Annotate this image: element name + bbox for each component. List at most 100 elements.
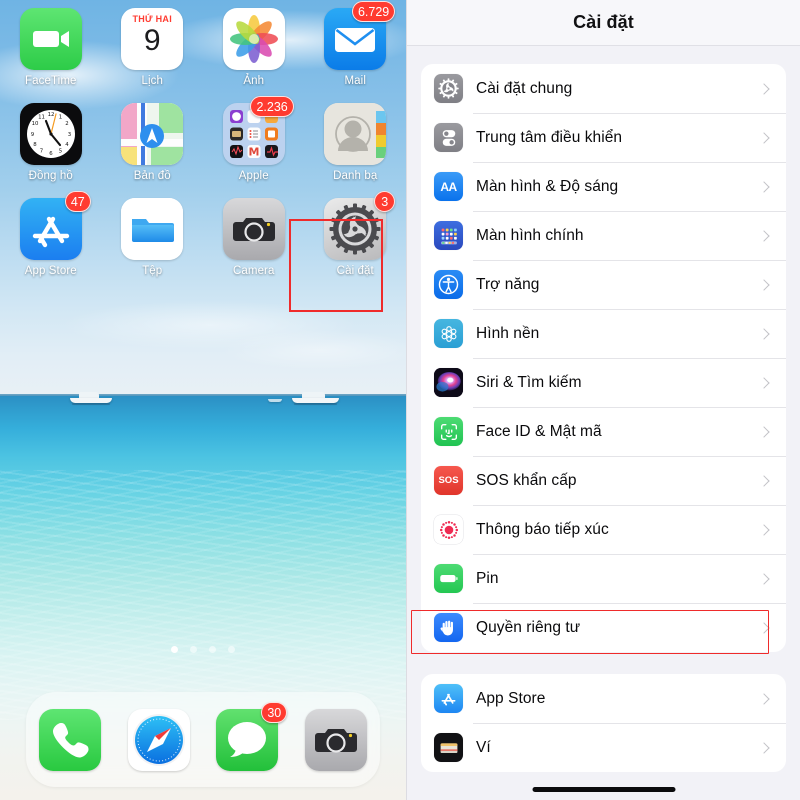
app-icon-calendar[interactable]: THỨ HAI 9 Lịch	[102, 8, 204, 87]
safari-compass-icon	[127, 708, 190, 771]
badge-count: 30	[261, 701, 288, 723]
app-label: Đồng hồ	[28, 170, 73, 182]
page-dot[interactable]	[228, 646, 235, 653]
app-icon-appstore[interactable]: 47 App Store	[0, 191, 102, 277]
settings-row-emergency-sos[interactable]: SOS SOS khẩn cấp	[421, 456, 786, 505]
app-folder-apple[interactable]: M 2.236 Apple	[203, 96, 305, 182]
chevron-right-icon	[758, 572, 770, 585]
chevron-right-icon	[758, 278, 770, 291]
dock-item-messages[interactable]: 30	[216, 701, 288, 771]
page-dot[interactable]	[209, 646, 216, 653]
app-icon-files[interactable]: Tệp	[102, 198, 204, 277]
gear-icon	[434, 74, 463, 103]
chevron-right-icon	[758, 376, 770, 389]
chevron-right-icon	[758, 741, 770, 754]
dock-item-camera[interactable]	[304, 708, 367, 771]
accessibility-icon	[434, 270, 463, 299]
settings-row-siri-search[interactable]: Siri & Tìm kiếm	[421, 358, 786, 407]
camera-icon	[304, 708, 367, 771]
settings-row-label: Cài đặt chung	[476, 79, 573, 97]
app-icon-mail[interactable]: 6.729 Mail	[305, 1, 407, 87]
calendar-icon: THỨ HAI 9	[121, 8, 184, 70]
clock-icon: 12 1 23 45 67 89 10 11	[19, 103, 82, 165]
exposure-notification-icon	[434, 515, 463, 544]
settings-row-privacy[interactable]: Quyền riêng tư	[421, 603, 786, 652]
settings-row-faceid-passcode[interactable]: Face ID & Mật mã	[421, 407, 786, 456]
app-icon-camera[interactable]: Camera	[203, 198, 305, 277]
settings-row-accessibility[interactable]: Trợ năng	[421, 260, 786, 309]
boat-shape	[70, 392, 112, 406]
settings-panel: Cài đặt Cài đặt chung Trung tâm điều khi…	[406, 0, 800, 800]
battery-icon	[434, 564, 463, 593]
app-icon-maps[interactable]: Bản đồ	[102, 103, 204, 182]
chevron-right-icon	[758, 327, 770, 340]
svg-text:8: 8	[33, 142, 37, 148]
display-icon-glyph: AA	[440, 179, 457, 194]
badge-count: 6.729	[351, 1, 396, 22]
settings-row-general[interactable]: Cài đặt chung	[421, 64, 786, 113]
chevron-right-icon	[758, 229, 770, 242]
app-label: Mail	[344, 75, 366, 87]
app-icon-clock[interactable]: 12 1 23 45 67 89 10 11 Đồng hồ	[0, 103, 102, 182]
settings-group-1: Cài đặt chung Trung tâm điều khiển AA Mà…	[421, 64, 786, 652]
page-dots[interactable]	[0, 646, 406, 653]
photos-icon	[222, 8, 285, 70]
badge-count: 2.236	[250, 96, 294, 117]
water-ripples	[0, 470, 406, 720]
settings-row-wallet[interactable]: Ví	[421, 723, 786, 772]
appstore-icon	[434, 684, 463, 713]
maps-icon	[121, 103, 184, 165]
chevron-right-icon	[758, 82, 770, 95]
settings-row-wallpaper[interactable]: Hình nền	[421, 309, 786, 358]
wallet-icon	[434, 733, 463, 762]
app-label: Bản đồ	[133, 170, 171, 182]
svg-text:3: 3	[68, 132, 71, 138]
settings-row-control-center[interactable]: Trung tâm điều khiển	[421, 113, 786, 162]
phone-icon	[39, 708, 102, 771]
app-label: Cài đặt	[336, 265, 374, 277]
settings-row-label: Trung tâm điều khiển	[476, 128, 623, 146]
svg-text:6: 6	[49, 151, 53, 157]
settings-row-app-store[interactable]: App Store	[421, 674, 786, 723]
app-label: Camera	[232, 265, 275, 277]
sos-icon: SOS	[434, 466, 463, 495]
settings-row-label: SOS khẩn cấp	[476, 471, 577, 489]
settings-row-label: Thông báo tiếp xúc	[476, 520, 609, 538]
home-screen-icon	[434, 221, 463, 250]
screenshot-root: FaceTime THỨ HAI 9 Lịch Ảnh 6.729 Mail 1…	[0, 0, 800, 800]
settings-row-display-brightness[interactable]: AA Màn hình & Độ sáng	[421, 162, 786, 211]
svg-text:M: M	[248, 146, 259, 159]
svg-text:4: 4	[65, 142, 69, 148]
sos-icon-glyph: SOS	[438, 475, 459, 486]
svg-text:10: 10	[31, 121, 38, 127]
chevron-right-icon	[758, 523, 770, 536]
settings-row-home-screen[interactable]: Màn hình chính	[421, 211, 786, 260]
app-icon-settings[interactable]: 3 Cài đặt	[305, 191, 407, 277]
svg-text:5: 5	[59, 149, 62, 155]
settings-row-label: App Store	[476, 689, 546, 707]
chevron-right-icon	[758, 621, 770, 634]
facetime-icon	[19, 8, 82, 70]
boat-shape	[292, 392, 339, 406]
settings-row-battery[interactable]: Pin	[421, 554, 786, 603]
app-label: App Store	[24, 265, 77, 277]
app-label: Danh bạ	[333, 170, 378, 182]
page-title: Cài đặt	[573, 12, 634, 32]
page-dot[interactable]	[171, 646, 178, 653]
app-grid: FaceTime THỨ HAI 9 Lịch Ảnh 6.729 Mail 1…	[0, 1, 407, 277]
camera-icon	[222, 198, 285, 260]
app-icon-contacts[interactable]: Danh bạ	[305, 103, 407, 182]
app-icon-photos[interactable]: Ảnh	[203, 8, 305, 87]
files-icon	[121, 198, 184, 260]
cloud-shape	[220, 330, 406, 370]
home-indicator	[532, 787, 675, 792]
iphone-home-screen: FaceTime THỨ HAI 9 Lịch Ảnh 6.729 Mail 1…	[0, 0, 406, 800]
settings-row-label: Màn hình & Độ sáng	[476, 177, 619, 195]
dock-item-safari[interactable]	[127, 708, 190, 771]
dock-item-phone[interactable]	[39, 708, 102, 771]
app-icon-facetime[interactable]: FaceTime	[0, 8, 102, 87]
calendar-weekday: THỨ HAI	[132, 14, 173, 24]
svg-text:2: 2	[65, 121, 68, 127]
settings-row-exposure-notifications[interactable]: Thông báo tiếp xúc	[421, 505, 786, 554]
page-dot[interactable]	[190, 646, 197, 653]
